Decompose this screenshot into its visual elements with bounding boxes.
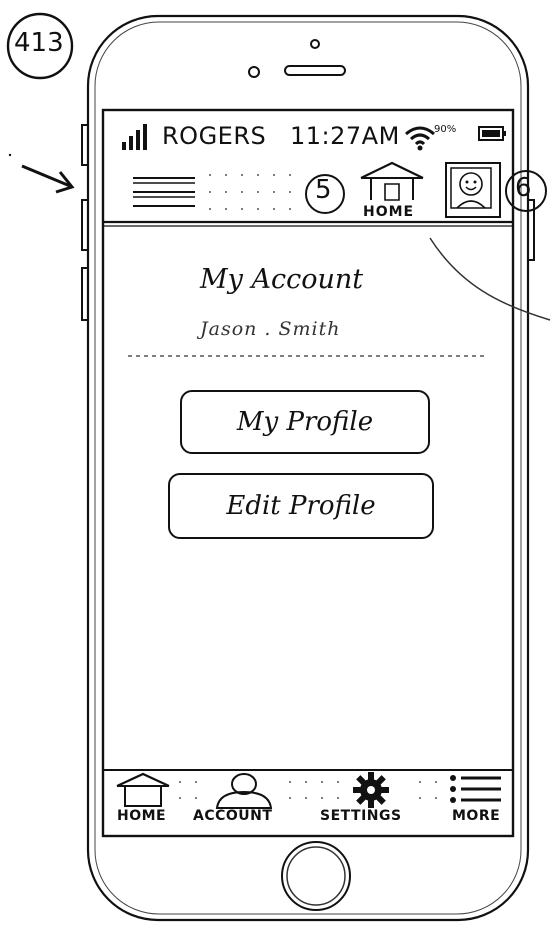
screen-number-annotation: 413 (14, 28, 64, 58)
tab-home[interactable] (111, 770, 177, 834)
gear-icon (353, 772, 389, 808)
hamburger-icon[interactable] (129, 170, 199, 214)
header-home-label: HOME (363, 204, 415, 220)
nav-header: 5 HOME 6 (103, 160, 547, 228)
tab-account[interactable] (199, 770, 289, 834)
list-icon (450, 775, 501, 803)
avatar-button[interactable] (445, 162, 501, 218)
tab-settings[interactable] (331, 770, 431, 834)
tab-more-label: MORE (452, 808, 501, 824)
smiley-avatar-icon (450, 167, 492, 209)
tab-account-label: ACCOUNT (193, 808, 273, 824)
tab-settings-label: SETTINGS (320, 808, 402, 824)
callout-5-label: 5 (315, 175, 332, 205)
tab-bar (103, 770, 513, 836)
carrier-name: ROGERS (162, 122, 267, 150)
status-bar: ROGERS 11:27AM 90% (112, 116, 512, 160)
tab-more[interactable] (441, 770, 507, 834)
battery-percent: 90% (434, 124, 457, 135)
wifi-icon (405, 126, 435, 151)
person-icon (215, 773, 273, 809)
tab-home-label: HOME (117, 808, 167, 824)
home-icon (116, 772, 170, 807)
battery-icon (478, 126, 506, 141)
home-icon (360, 161, 424, 201)
edit-profile-button[interactable]: Edit Profile (168, 473, 434, 539)
page-title: My Account (200, 264, 364, 295)
my-profile-button[interactable]: My Profile (180, 390, 430, 454)
status-time: 11:27AM (290, 122, 400, 150)
account-username: Jason . Smith (200, 318, 341, 340)
signal-strength-icon (122, 124, 147, 150)
callout-6-label: 6 (515, 173, 532, 203)
